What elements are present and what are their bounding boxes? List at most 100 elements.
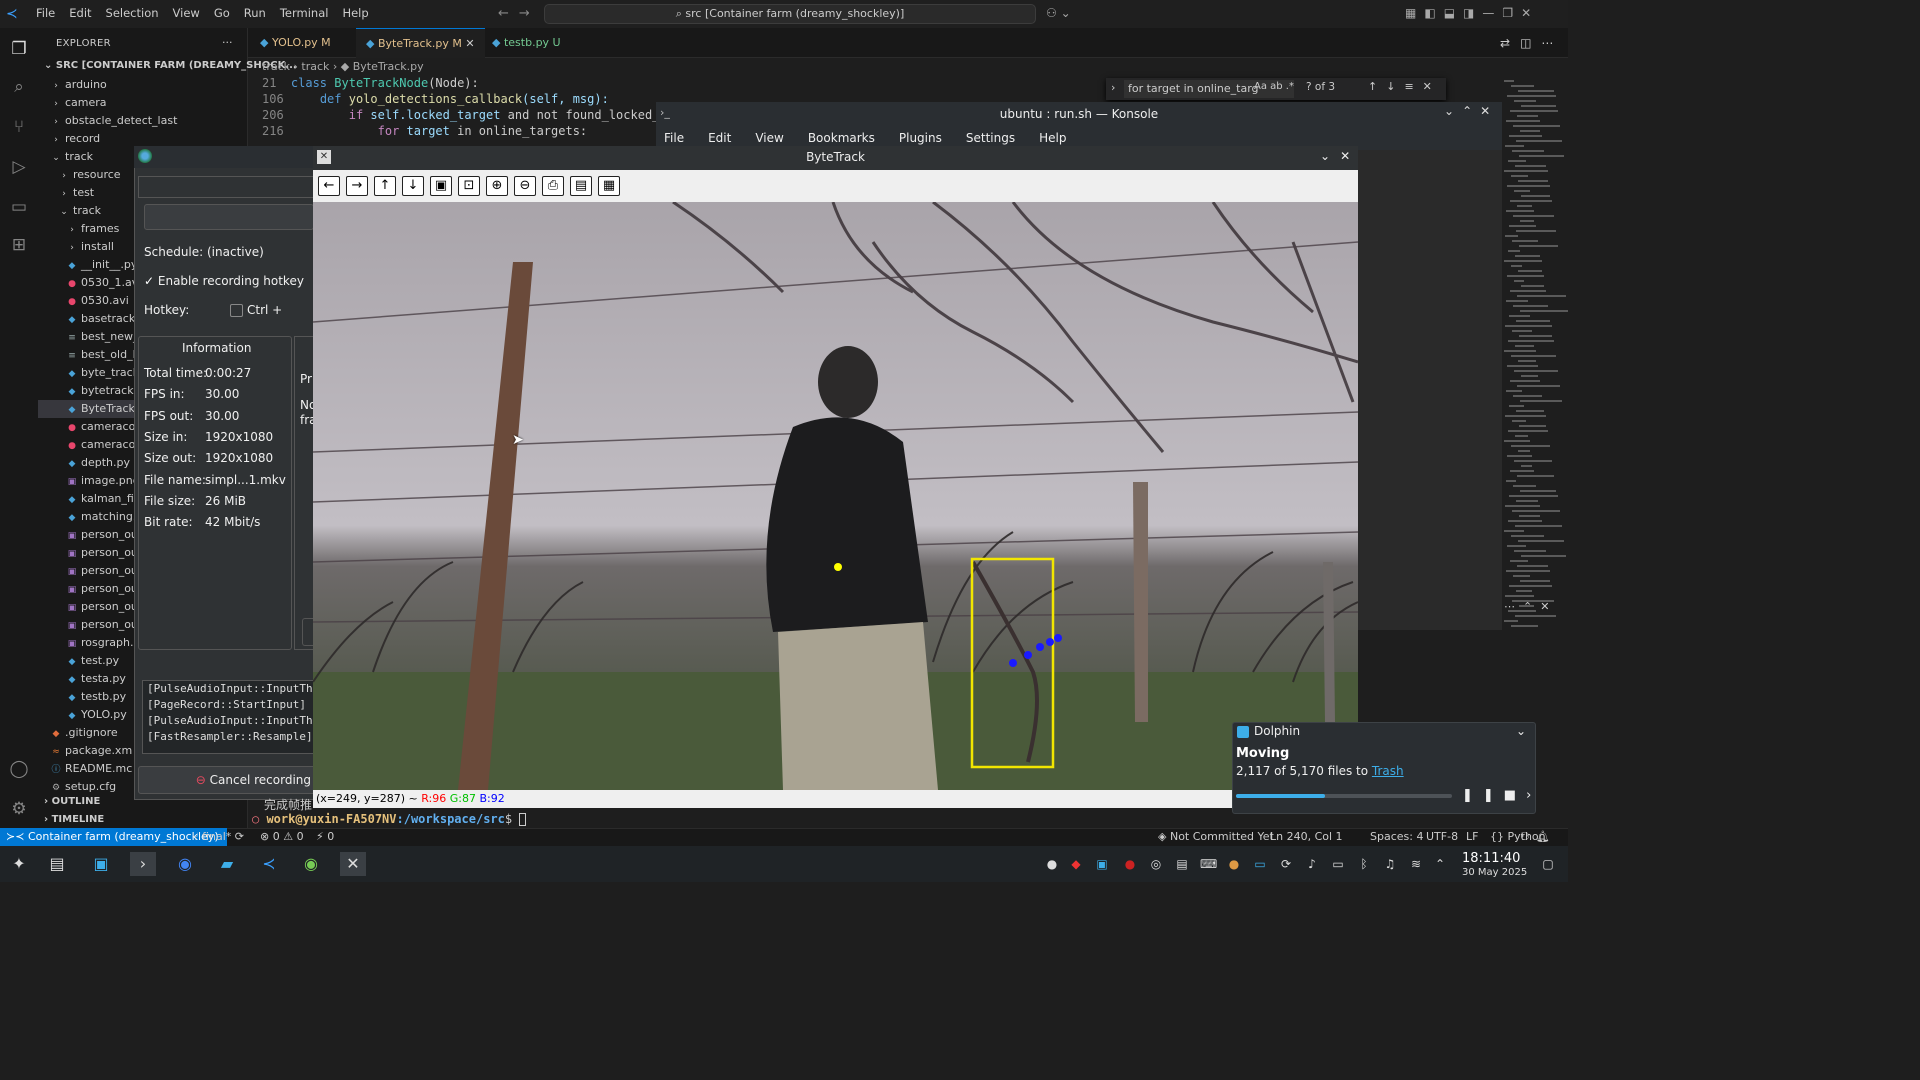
toggle-sidebar-icon[interactable]: ◧ <box>1424 6 1443 20</box>
sync-icon[interactable]: ⟳ <box>231 830 244 843</box>
menu-edit[interactable]: Edit <box>69 6 91 20</box>
microphone-icon[interactable]: ♫ <box>1382 856 1398 872</box>
menu-terminal[interactable]: Terminal <box>280 6 329 20</box>
tray-expand-icon[interactable]: ⌃ <box>1432 856 1448 872</box>
minimize-icon[interactable]: ⌄ <box>1444 104 1462 118</box>
close-icon[interactable]: ✕ <box>1480 104 1498 118</box>
tray-app-icon[interactable]: ▣ <box>1094 856 1110 872</box>
save-image-icon[interactable]: ⎙ <box>542 176 564 196</box>
copilot-icon[interactable]: ⚇ ⌄ <box>1046 6 1071 20</box>
explorer-item[interactable]: › obstacle_detect_last <box>38 112 248 130</box>
find-in-selection-icon[interactable]: ≡ <box>1404 80 1422 93</box>
indentation[interactable]: Spaces: 4 <box>1370 830 1423 843</box>
maximize-icon[interactable]: ⌃ <box>1462 104 1480 118</box>
clock-time[interactable]: 18:11:40 <box>1462 851 1520 866</box>
tab-yolo[interactable]: ◆ YOLO.py M <box>250 28 341 58</box>
extensions-icon[interactable]: ⊞ <box>8 234 30 256</box>
menu-run[interactable]: Run <box>244 6 266 20</box>
cancel-recording-button[interactable]: ⊖ Cancel recording <box>138 766 316 794</box>
tray-keyboard-icon[interactable]: ⌨ <box>1200 856 1217 872</box>
restore-icon[interactable]: ❐ <box>1502 6 1521 20</box>
menu-view[interactable]: View <box>173 6 200 20</box>
run-debug-icon[interactable]: ▷ <box>8 156 30 178</box>
explorer-item[interactable]: › arduino <box>38 76 248 94</box>
wifi-icon[interactable]: ≋ <box>1408 856 1424 872</box>
cursor-position[interactable]: Ln 240, Col 1 <box>1270 830 1343 843</box>
chevron-right-icon[interactable]: › <box>1111 81 1115 94</box>
copy-clipboard-icon[interactable]: ▤ <box>570 176 592 196</box>
ctrl-checkbox[interactable] <box>230 304 243 317</box>
layout-icon[interactable]: ▦ <box>1405 6 1424 20</box>
close-icon[interactable]: ✕ <box>1423 80 1441 93</box>
code-line-206[interactable]: 206 if self.locked_target and not found_… <box>262 108 659 122</box>
split-editor-icon[interactable]: ◫ <box>1520 36 1541 50</box>
close-icon[interactable]: ✕ <box>1521 6 1539 20</box>
code-line-106[interactable]: 106 def yolo_detections_callback(self, m… <box>262 92 609 106</box>
tray-security-icon[interactable]: ● <box>1044 856 1060 872</box>
next-match-icon[interactable]: ↓ <box>1386 80 1404 93</box>
close-icon[interactable]: ✕ <box>1540 600 1557 613</box>
toggle-secondary-icon[interactable]: ◨ <box>1463 6 1482 20</box>
encoding[interactable]: UTF-8 <box>1426 830 1458 843</box>
dolphin-taskbar-icon[interactable]: ▰ <box>214 852 240 876</box>
menu-file[interactable]: File <box>36 6 55 20</box>
find-options-icon[interactable]: Aa ab .* <box>1254 81 1294 92</box>
tray-display-icon[interactable]: ▭ <box>1252 856 1268 872</box>
minimap[interactable] <box>1500 60 1568 660</box>
menu-go[interactable]: Go <box>214 6 230 20</box>
compare-icon[interactable]: ⇄ <box>1500 36 1520 50</box>
editor-actions[interactable]: ⇄◫⋯ <box>1500 36 1563 50</box>
explorer-root-folder[interactable]: ⌄ SRC [CONTAINER FARM (DREAMY_SHOCK... <box>44 60 297 71</box>
stop-icon[interactable]: ■ <box>1504 788 1526 803</box>
tray-clipboard-icon[interactable]: ▤ <box>1174 856 1190 872</box>
tray-steam-icon[interactable]: ◎ <box>1148 856 1164 872</box>
minimize-icon[interactable]: — <box>1482 6 1502 20</box>
tray-anydesk-icon[interactable]: ◆ <box>1068 856 1084 872</box>
code-line-21[interactable]: 21 class ByteTrackNode(Node): <box>262 76 479 90</box>
vscode-taskbar-icon[interactable]: ≺ <box>256 852 282 876</box>
breadcrumb[interactable]: track › track › ◆ ByteTrack.py <box>262 60 424 73</box>
layout-controls[interactable]: ▦◧⬓◨—❐✕ <box>1405 6 1539 20</box>
volume-icon[interactable]: ♪ <box>1304 856 1320 872</box>
tray-updates-icon[interactable]: ● <box>1226 856 1242 872</box>
forward-arrow-icon[interactable]: → <box>519 6 540 21</box>
pause-icon[interactable]: ❚❚ <box>1462 788 1504 803</box>
menu-selection[interactable]: Selection <box>106 6 159 20</box>
tray-record-icon[interactable]: ● <box>1122 856 1138 872</box>
end-of-line[interactable]: LF <box>1466 830 1478 843</box>
tab-testb[interactable]: ◆ testb.py U <box>482 28 571 58</box>
settings-gear-icon[interactable]: ⚙ <box>8 798 30 820</box>
opencv-window-taskbar-icon[interactable]: ✕ <box>340 852 366 876</box>
previous-match-icon[interactable]: ↑ <box>1368 80 1386 93</box>
more-actions-icon[interactable]: ⋯ <box>1541 36 1563 50</box>
enable-hotkey-checkbox[interactable]: ✓ Enable recording hotkey <box>144 274 304 288</box>
maximize-panel-icon[interactable]: ⌃ <box>1523 600 1540 613</box>
task-manager-icon[interactable]: ▤ <box>44 852 70 876</box>
copilot-icon[interactable]: ⚇ <box>1520 830 1536 843</box>
properties-icon[interactable]: ▦ <box>598 176 620 196</box>
command-center[interactable]: ⌕ src [Container farm (dreamy_shockley)] <box>544 4 1036 24</box>
explorer-icon[interactable]: ❐ <box>8 38 30 60</box>
ports-indicator[interactable]: ⚡ 0 <box>316 830 334 843</box>
problems-indicator[interactable]: ⊗ 0 ⚠ 0 <box>260 830 304 843</box>
show-desktop-icon[interactable]: ▢ <box>1540 856 1556 872</box>
outline-section[interactable]: › OUTLINE <box>44 796 100 807</box>
nav-arrows[interactable]: ←→ <box>498 6 540 21</box>
pan-left-icon[interactable]: ← <box>318 176 340 196</box>
zoom-in-icon[interactable]: ⊕ <box>486 176 508 196</box>
timeline-section[interactable]: › TIMELINE <box>44 814 104 825</box>
menu-help[interactable]: Help <box>342 6 368 20</box>
source-control-icon[interactable]: ⑂ <box>8 116 30 138</box>
store-icon[interactable]: ▣ <box>88 852 114 876</box>
close-icon[interactable]: ✕ <box>1340 149 1360 163</box>
collapse-chevron-icon[interactable]: ⌄ <box>1516 724 1526 738</box>
pan-right-icon[interactable]: → <box>346 176 368 196</box>
notifications-icon[interactable]: 🔔︎ <box>1536 830 1556 843</box>
konsole-taskbar-icon[interactable]: › <box>130 852 156 876</box>
tray-sync-icon[interactable]: ⟳ <box>1278 856 1294 872</box>
zoom-fit-icon[interactable]: ⊡ <box>458 176 480 196</box>
accounts-icon[interactable]: ◯ <box>8 758 30 780</box>
terminal-prompt-line[interactable]: ○ work@yuxin-FA507NV:/workspace/src$ <box>252 812 527 826</box>
more-actions-icon[interactable]: ··· <box>222 36 233 49</box>
tab-bytetrack[interactable]: ◆ ByteTrack.py M ✕ <box>356 28 485 58</box>
